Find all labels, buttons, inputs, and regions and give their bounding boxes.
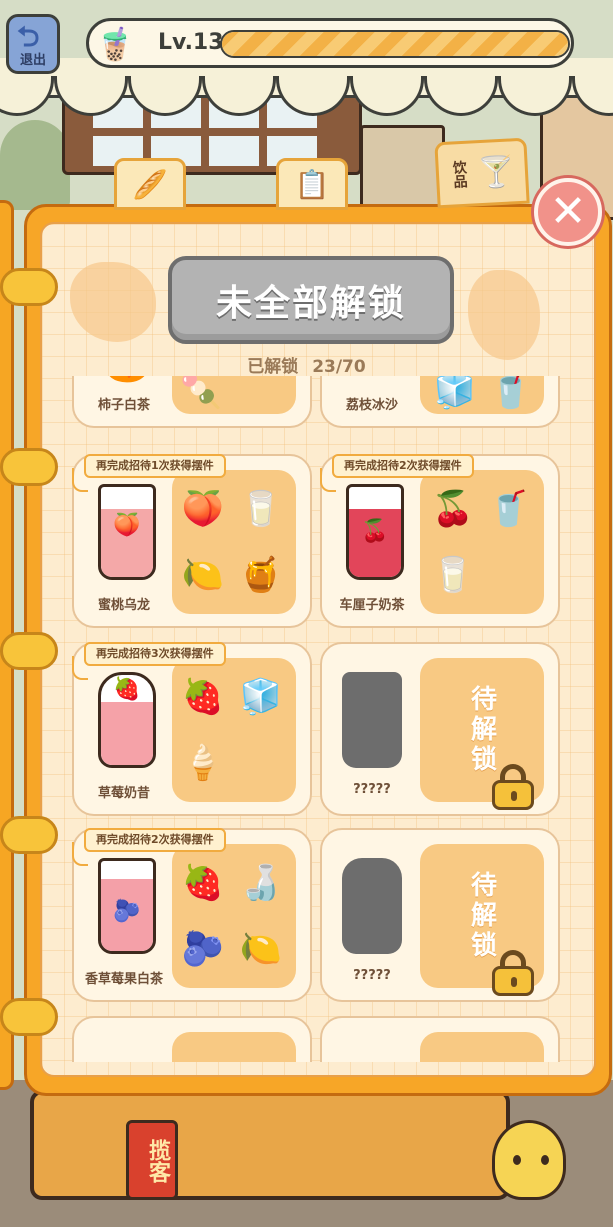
glass-icon: 🍒 — [346, 484, 404, 580]
ingredient-panel: 🍑 🥛 🍋 🍯 — [172, 470, 296, 614]
jar-icon: 🍯 — [239, 555, 283, 595]
drink-peach-oolong: 🍑 — [92, 480, 162, 584]
glass-icon: 🫐 — [98, 858, 156, 954]
glass-icon: 🍓 — [98, 672, 156, 768]
close-icon: ✕ — [549, 186, 587, 237]
ingredient-panel: 🍡 — [172, 376, 296, 414]
padlock-icon — [490, 950, 536, 996]
locked-drink-silhouette — [342, 672, 402, 768]
cherry-icon: 🍒 — [431, 489, 475, 529]
ingredient-panel — [420, 1032, 544, 1062]
bread-icon: 🥖 — [132, 167, 168, 201]
task-tag: 再完成招待2次获得摆件 — [72, 828, 226, 866]
drink-name: 荔枝冰沙 — [345, 398, 398, 413]
locked-drink-silhouette — [342, 858, 402, 954]
tab-drinks[interactable]: 饮品 🍸 — [434, 137, 530, 209]
milk-tea-cup-icon: 🧋 — [95, 25, 135, 63]
tab-drinks-label: 饮品 — [450, 159, 468, 189]
drink-name: 车厘子奶茶 — [339, 598, 405, 613]
mochi-icon: 🍡 — [179, 376, 223, 411]
blueberry-icon: 🫐 — [181, 929, 225, 969]
drink-name: 草莓奶昔 — [97, 786, 150, 801]
padlock-icon — [490, 764, 536, 810]
strawberry-icon: 🍓 — [181, 863, 225, 903]
shop-signboard — [30, 1090, 510, 1200]
recipe-grid[interactable]: 🍡 🍊 柿子白茶 🧊 🥤 荔枝冰沙 🍑 🥛 🍋 🍯 🍑 蜜桃乌龙 再完成招待1次 — [58, 376, 578, 1062]
ingredient-panel: 🍓 🍶 🫐 🍋 — [172, 844, 296, 988]
chick-mascot — [492, 1120, 566, 1200]
strawberry-icon: 🍓 — [181, 677, 225, 717]
vanilla-bottle-icon: 🍶 — [239, 863, 283, 903]
lemon-juice-icon: 🍋 — [239, 929, 283, 969]
locked-label: 待解锁 — [466, 871, 497, 961]
lemon-juice-icon: 🍋 — [181, 555, 225, 595]
drink-name: 香草莓果白茶 — [84, 972, 163, 987]
ice-cube-icon: 🧊 — [239, 677, 283, 717]
drink-name: 蜜桃乌龙 — [97, 598, 150, 613]
tab-bread[interactable]: 🥖 — [114, 158, 186, 210]
juice-glass-icon: 🥤 — [487, 489, 531, 529]
drink-name: ????? — [353, 968, 391, 983]
task-tag: 再完成招待2次获得摆件 — [320, 454, 474, 492]
drink-strawberry-milkshake: 🍓 — [92, 668, 162, 772]
ice-cream-icon: 🍦 — [181, 743, 225, 783]
recipe-card-locked[interactable]: 待解锁 ????? — [320, 828, 560, 1002]
peach-icon: 🍑 — [181, 489, 225, 529]
milk-jug-icon: 🥛 — [431, 555, 475, 595]
back-arrow-icon: ⮌ — [17, 20, 40, 53]
drink-icon: 🍸 — [476, 153, 516, 191]
recipe-card[interactable]: 🧊 🥤 荔枝冰沙 — [320, 376, 560, 428]
drink-name: ????? — [353, 782, 391, 797]
tab-menu[interactable]: 📋 — [276, 158, 348, 210]
ice-cube-icon: 🧊 — [433, 376, 477, 411]
level-progress-track — [220, 30, 570, 58]
milk-jug-icon: 🥛 — [239, 489, 283, 529]
ingredient-panel: 🍓 🧊 🍦 — [172, 658, 296, 802]
unlocked-count: 23/70 — [312, 357, 366, 377]
bush — [0, 120, 70, 210]
task-tag: 再完成招待3次获得摆件 — [72, 642, 226, 680]
recipe-card-locked[interactable]: 待解锁 ????? — [320, 642, 560, 816]
task-tag: 再完成招待1次获得摆件 — [72, 454, 226, 492]
bottle-icon: 🥤 — [489, 376, 533, 411]
glass-icon: 🍑 — [98, 484, 156, 580]
tout-sign[interactable]: 揽客 — [126, 1120, 178, 1200]
drink-vanilla-berry-tea: 🫐 — [92, 854, 162, 958]
back-button[interactable]: ⮌ 退出 — [6, 14, 60, 74]
drink-cherry-milk-tea: 🍒 — [340, 480, 410, 584]
recipe-card[interactable] — [320, 1016, 560, 1062]
menu-list-icon: 📋 — [294, 167, 330, 201]
close-button[interactable]: ✕ — [534, 178, 602, 246]
unlocked-counter: 已解锁 23/70 — [0, 352, 613, 377]
ingredient-panel — [172, 1032, 296, 1062]
ingredient-panel: 🍒 🥤 🥛 — [420, 470, 544, 614]
ingredient-panel: 🧊 🥤 — [420, 376, 544, 414]
recipe-card[interactable] — [72, 1016, 312, 1062]
level-progress-fill — [222, 32, 568, 56]
recipe-card[interactable]: 🍒 🥤 🥛 🍒 车厘子奶茶 — [320, 454, 560, 628]
drink-name: 柿子白茶 — [97, 398, 150, 413]
orange-icon: 🍊 — [102, 376, 152, 384]
unlock-status-banner: 未全部解锁 — [168, 256, 454, 344]
recipe-card[interactable]: 🍡 🍊 柿子白茶 — [72, 376, 312, 428]
recipe-card[interactable]: 🍓 🍶 🫐 🍋 🫐 香草莓果白茶 — [72, 828, 312, 1002]
level-label: Lv.13 — [158, 30, 224, 55]
locked-label: 待解锁 — [466, 685, 497, 775]
recipe-card[interactable]: 🍑 🥛 🍋 🍯 🍑 蜜桃乌龙 — [72, 454, 312, 628]
recipe-card[interactable]: 🍓 🧊 🍦 🍓 草莓奶昔 — [72, 642, 312, 816]
unlocked-label: 已解锁 — [247, 357, 299, 377]
